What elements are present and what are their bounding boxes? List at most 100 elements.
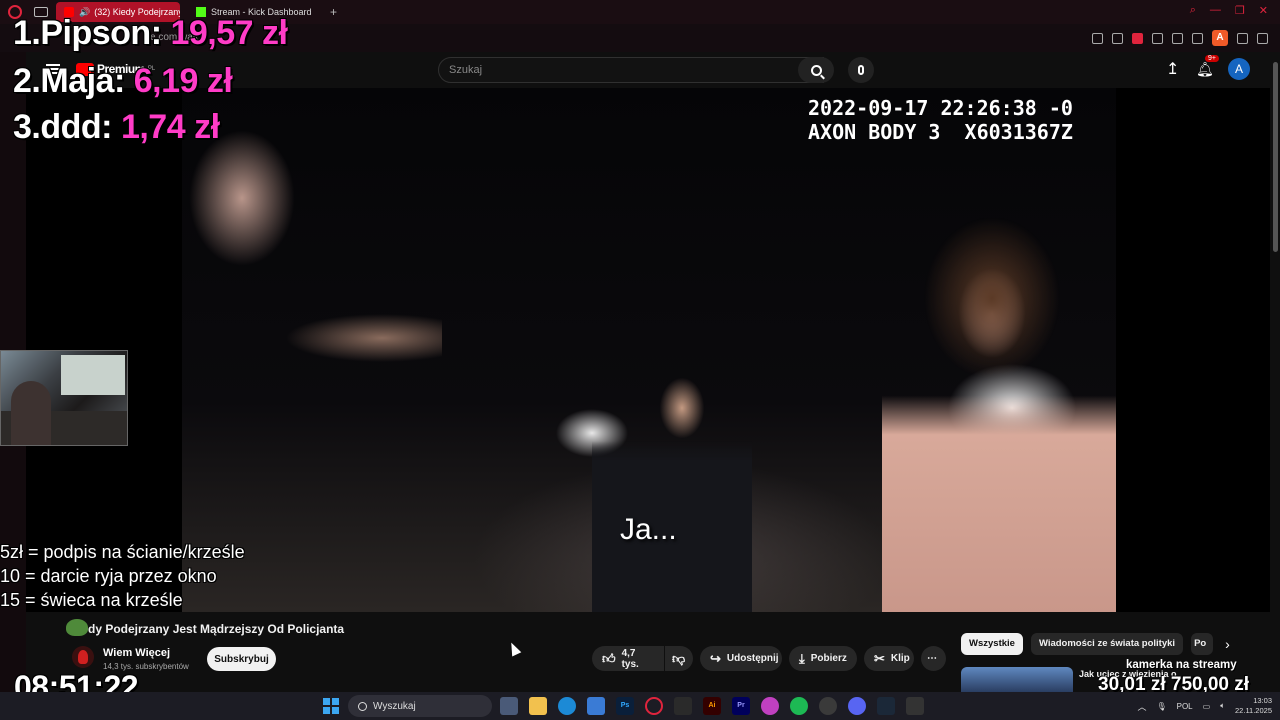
taskbar-apps: Ps Ai Pr (500, 697, 924, 715)
taskbar-search[interactable]: Wyszukaj (348, 695, 492, 717)
video-subtitle: Ja... (620, 513, 677, 546)
donor-rank: 3. (13, 108, 41, 146)
opera-icon[interactable] (645, 697, 663, 715)
pocket-icon[interactable] (1132, 32, 1143, 44)
microphone-tray-icon[interactable]: 🎙︎ (1156, 702, 1166, 711)
donor-amount: 1,74 zł (120, 108, 220, 146)
file-explorer-icon[interactable] (529, 697, 547, 715)
spotify-icon[interactable] (790, 697, 808, 715)
recommended-thumbnail[interactable] (961, 667, 1073, 692)
heart-icon[interactable] (1172, 32, 1183, 44)
download-icon: ⤓ (799, 650, 805, 666)
instagram-icon[interactable] (761, 697, 779, 715)
chip-more[interactable]: Po (1191, 633, 1214, 655)
chip-politics-news[interactable]: Wiadomości ze świata polityki (1030, 633, 1184, 655)
premiere-icon[interactable]: Pr (732, 697, 750, 715)
new-tab-button[interactable]: + (330, 5, 337, 19)
photoshop-icon[interactable]: Ps (616, 697, 634, 715)
chevron-up-icon[interactable]: ︿ (1137, 700, 1146, 713)
top-donor-1: 1.Pipson: 19,57 zł (13, 14, 288, 53)
extensions-icon[interactable] (1192, 32, 1203, 44)
terminal-icon[interactable] (906, 697, 924, 715)
system-tray: ︿ 🎙︎ POL ▭ 🔈︎ 13:03 22.11.2025 (1137, 696, 1272, 716)
windows-taskbar: Wyszukaj Ps Ai Pr ︿ 🎙︎ POL ▭ 🔈︎ 13:03 22.… (0, 692, 1280, 720)
menu-icon[interactable] (1257, 32, 1268, 44)
share-button[interactable]: ↪ Udostępnij (700, 646, 782, 671)
edge-icon[interactable] (558, 697, 576, 715)
language-indicator[interactable]: POL (1177, 702, 1193, 711)
search-input[interactable] (449, 64, 749, 76)
donation-rules: 5zł = podpis na ścianie/krześle 10 = dar… (0, 540, 245, 612)
search-button[interactable] (798, 57, 834, 83)
store-icon[interactable] (587, 697, 605, 715)
donor-name: Maja: (40, 62, 125, 100)
video-title: dy Podejrzany Jest Mądrzejszy Od Policja… (88, 622, 345, 636)
notification-badge: 9+ (1205, 55, 1219, 62)
play-icon[interactable] (1152, 32, 1163, 44)
discord-icon[interactable] (848, 697, 866, 715)
snapshot-icon[interactable] (1112, 32, 1123, 44)
like-button[interactable]: 👍︎ 4,7 tys. (592, 646, 664, 671)
bodycam-device: AXON BODY 3 X6031367Z (808, 120, 1073, 144)
search-icon (358, 701, 367, 711)
donor-name: Pipson: (40, 14, 162, 52)
thumbs-up-icon: 👍︎ (602, 650, 616, 666)
volume-icon[interactable]: 🔈︎ (1220, 701, 1225, 711)
minimize-icon[interactable]: — (1210, 4, 1221, 17)
taskbar-date: 22.11.2025 (1235, 706, 1272, 715)
chip-all[interactable]: Wszystkie (961, 633, 1023, 655)
donation-goal-label: kamerka na streamy (1126, 659, 1237, 671)
channel-name[interactable]: Wiem Więcej (103, 647, 170, 659)
dislike-button[interactable]: 👎︎ (665, 646, 693, 671)
steam-icon[interactable] (877, 697, 895, 715)
notifications-bell-icon[interactable]: 🔔︎ 9+ (1196, 55, 1219, 77)
search-tabs-icon[interactable]: ⌕ (1190, 4, 1196, 17)
profile-avatar[interactable]: A (1212, 30, 1228, 46)
windows-start-icon[interactable] (323, 698, 339, 714)
user-avatar[interactable]: A (1228, 58, 1250, 80)
streamer-webcam (0, 350, 128, 446)
like-count: 4,7 tys. (621, 647, 639, 670)
network-icon[interactable]: ▭ (1203, 702, 1211, 711)
voice-search-button[interactable] (848, 57, 874, 83)
taskbar-time: 13:03 (1253, 696, 1272, 705)
microphone-icon (858, 65, 864, 75)
more-icon: ⋯ (927, 653, 937, 664)
subscribe-button[interactable]: Subskrybuj (207, 647, 276, 671)
taskbar-clock[interactable]: 13:03 22.11.2025 (1235, 696, 1272, 716)
capcut-icon[interactable] (674, 697, 692, 715)
webcam-window (61, 355, 125, 395)
illustrator-icon[interactable]: Ai (703, 697, 721, 715)
download-icon[interactable] (1237, 32, 1248, 44)
video-player[interactable]: 2022-09-17 22:26:38 -0 AXON BODY 3 X60313… (26, 88, 1270, 612)
upload-icon[interactable] (1166, 59, 1180, 79)
pin-icon[interactable] (1092, 32, 1103, 44)
clip-button[interactable]: ✂ Klip (864, 646, 914, 671)
rule-line: 10 = darcie ryja przez okno (0, 566, 217, 586)
task-view-icon[interactable] (500, 697, 518, 715)
top-donor-3: 3.ddd: 1,74 zł (13, 108, 220, 147)
chevron-right-icon[interactable]: › (1225, 636, 1230, 652)
close-icon[interactable]: ✕ (1259, 4, 1268, 17)
rule-line: 15 = świeca na krześle (0, 590, 183, 610)
officer-figure (182, 88, 442, 612)
curly-hair-figure (882, 218, 1116, 612)
maximize-icon[interactable]: ❐ (1235, 4, 1245, 17)
donor-rank: 1. (13, 14, 41, 52)
mouse-cursor-icon (506, 640, 522, 657)
more-actions-button[interactable]: ⋯ (921, 646, 946, 671)
window-controls: ⌕ — ❐ ✕ (1190, 4, 1268, 17)
obs-icon[interactable] (819, 697, 837, 715)
channel-avatar[interactable] (72, 646, 94, 668)
search-icon (810, 64, 822, 76)
scrollbar-thumb[interactable] (1273, 62, 1278, 252)
extensions-row: A (1092, 30, 1268, 46)
clip-label: Klip (890, 653, 910, 664)
bodycam-overlay: 2022-09-17 22:26:38 -0 AXON BODY 3 X60313… (808, 96, 1073, 144)
download-button[interactable]: ⤓ Pobierz (789, 646, 857, 671)
donor-name: ddd: (40, 108, 112, 146)
share-label: Udostępnij (726, 653, 779, 664)
rule-line: 5zł = podpis na ścianie/krześle (0, 542, 245, 562)
share-icon: ↪ (710, 650, 721, 666)
page-scrollbar[interactable] (1270, 52, 1280, 692)
